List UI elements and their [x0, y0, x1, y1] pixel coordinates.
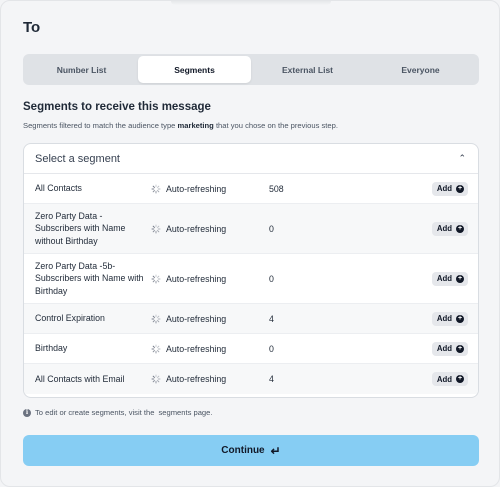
- top-shadow: [171, 1, 331, 5]
- add-segment-button[interactable]: Add +: [431, 181, 468, 196]
- arrow-down-turn-icon: ↵: [270, 443, 281, 458]
- refresh-spinner-icon: [151, 314, 161, 324]
- select-placeholder: Select a segment: [35, 152, 120, 165]
- segment-name: All Contacts: [35, 183, 82, 194]
- segment-count: 4: [269, 374, 274, 384]
- segment-name: Zero Party Data - Subscribers with Name …: [35, 210, 126, 246]
- segment-name: All Contacts with Email: [35, 373, 125, 384]
- refresh-spinner-icon: [151, 184, 161, 194]
- segment-count: 4: [269, 313, 274, 324]
- plus-icon: +: [456, 375, 464, 383]
- segment-count: 0: [269, 223, 274, 234]
- tab-segments[interactable]: Segments: [138, 56, 251, 83]
- segment-name: Birthday: [35, 343, 68, 354]
- segment-row: Zero Party Data -5b- Subscribers with Na…: [24, 254, 478, 304]
- add-label: Add: [436, 184, 452, 193]
- add-segment-button[interactable]: Add +: [431, 271, 468, 286]
- tab-everyone[interactable]: Everyone: [364, 56, 477, 83]
- continue-label: Continue: [221, 445, 265, 456]
- segment-row: Zero Party Data - Subscribers with Name …: [24, 204, 478, 254]
- plus-icon: +: [456, 274, 464, 283]
- segment-count: 508: [269, 183, 284, 194]
- section-subtitle: Segments filtered to match the audience …: [23, 121, 338, 130]
- segment-status: Auto-refreshing: [151, 314, 226, 324]
- segment-count: 0: [269, 273, 274, 284]
- segment-status: Auto-refreshing: [151, 184, 226, 194]
- segment-row: All Contacts with Email Auto-refreshing 4 A…: [24, 364, 478, 394]
- chevron-up-icon[interactable]: ⌃: [458, 153, 466, 164]
- tab-external-list[interactable]: External List: [251, 56, 364, 83]
- recipient-card: To Number List Segments External List Ev…: [0, 0, 500, 487]
- add-segment-button[interactable]: Add +: [431, 221, 468, 236]
- segment-count: 0: [269, 343, 274, 354]
- plus-icon: +: [456, 344, 464, 353]
- status-text: Auto-refreshing: [166, 343, 227, 354]
- segment-row: Control Expiration Auto-refreshing 4 Add +: [24, 304, 478, 334]
- add-label: Add: [436, 374, 452, 384]
- continue-button[interactable]: Continue ↵: [23, 435, 479, 466]
- segment-select[interactable]: Select a segment ⌃: [24, 144, 478, 174]
- segment-status: Auto-refreshing: [151, 274, 226, 284]
- section-title: Segments to receive this message: [23, 101, 211, 113]
- plus-icon: +: [456, 184, 464, 193]
- segment-status: Auto-refreshing: [151, 224, 226, 234]
- refresh-spinner-icon: [151, 224, 161, 234]
- segment-select-panel: Select a segment ⌃ All Contacts Auto-refr…: [23, 143, 479, 398]
- tab-number-list[interactable]: Number List: [25, 56, 138, 83]
- segment-status: Auto-refreshing: [151, 374, 226, 384]
- page-title: To: [23, 19, 41, 36]
- refresh-spinner-icon: [151, 274, 161, 284]
- segment-status: Auto-refreshing: [151, 344, 226, 354]
- segment-name: Control Expiration: [35, 313, 105, 324]
- add-segment-button[interactable]: Add +: [431, 372, 468, 386]
- add-label: Add: [436, 274, 452, 283]
- refresh-spinner-icon: [151, 374, 161, 384]
- add-segment-button[interactable]: Add +: [431, 341, 468, 356]
- subtitle-text-end: that you chose on the previous step.: [215, 121, 338, 130]
- info-note: i To edit or create segments, visit the …: [23, 408, 213, 417]
- status-text: Auto-refreshing: [166, 313, 227, 324]
- add-label: Add: [436, 224, 452, 233]
- status-text: Auto-refreshing: [166, 183, 227, 194]
- audience-tabs: Number List Segments External List Every…: [23, 54, 479, 85]
- segment-row: All Contacts Auto-refreshing 508 Add +: [24, 174, 478, 204]
- segment-name: Zero Party Data -5b- Subscribers with Na…: [35, 260, 144, 296]
- segment-row: Birthday Auto-refreshing 0 Add +: [24, 334, 478, 364]
- add-label: Add: [436, 314, 452, 323]
- add-segment-button[interactable]: Add +: [431, 311, 468, 326]
- info-icon: i: [23, 408, 31, 417]
- segments-page-link[interactable]: segments page.: [158, 408, 212, 417]
- plus-icon: +: [456, 314, 464, 323]
- refresh-spinner-icon: [151, 344, 161, 354]
- segment-list: All Contacts Auto-refreshing 508 Add + Zero P…: [24, 174, 478, 394]
- plus-icon: +: [456, 224, 464, 233]
- subtitle-text: Segments filtered to match the audience …: [23, 121, 176, 130]
- add-label: Add: [436, 344, 452, 353]
- status-text: Auto-refreshing: [166, 223, 227, 234]
- info-text: To edit or create segments, visit the: [35, 408, 155, 417]
- status-text: Auto-refreshing: [166, 374, 227, 384]
- audience-type: marketing: [177, 121, 214, 130]
- status-text: Auto-refreshing: [166, 273, 227, 284]
